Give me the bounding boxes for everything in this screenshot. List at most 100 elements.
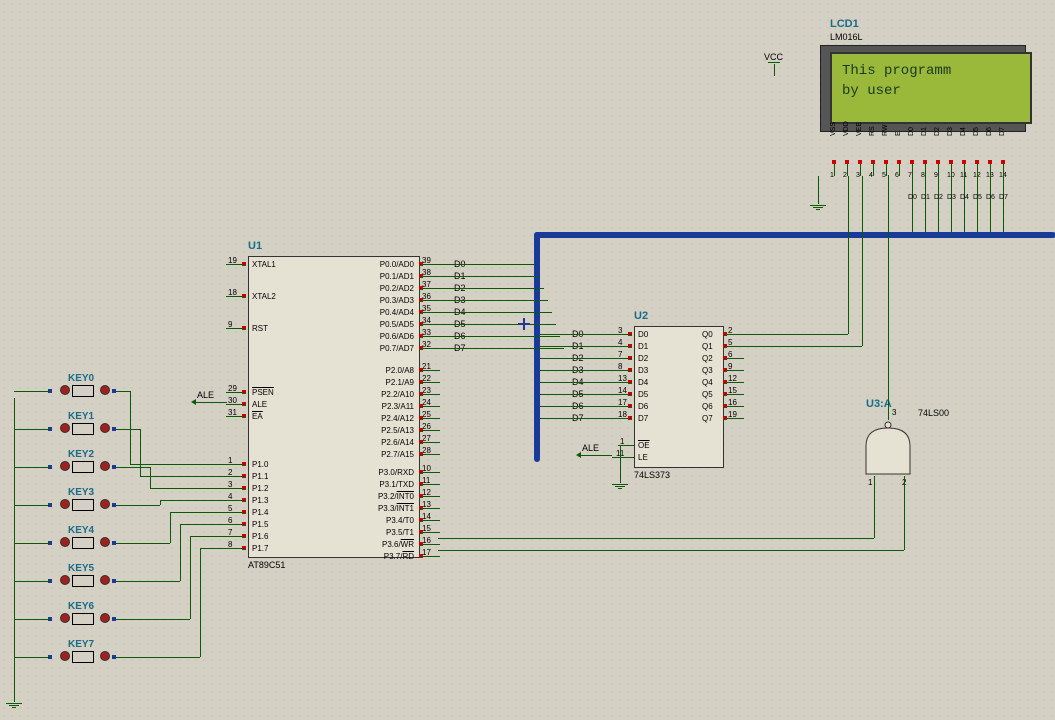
u2-part: 74LS373 xyxy=(634,470,670,480)
key-btn-0[interactable] xyxy=(72,385,94,397)
u1-rt-5: P0.5/AD5 xyxy=(368,320,414,329)
kw-v-2 xyxy=(150,467,151,488)
key-btn-5[interactable] xyxy=(72,575,94,587)
u1-rb-3: P3.3/INT1 xyxy=(368,504,414,513)
kw-v-7 xyxy=(200,548,201,657)
key-led-7 xyxy=(100,651,110,661)
u1-lpw-11 xyxy=(226,524,246,525)
u1bus-h-4 xyxy=(438,312,552,313)
key-wl-1 xyxy=(14,429,50,430)
u1-rbw-6 xyxy=(420,544,440,545)
lcd-pinwire-8 xyxy=(938,164,939,176)
u1-rtw-2 xyxy=(420,288,440,289)
u1bus-h-2 xyxy=(438,288,544,289)
key-wl-3 xyxy=(14,505,50,506)
key-led-1 xyxy=(100,423,110,433)
vcc-label: VCC xyxy=(764,52,783,62)
u3-part: 74LS00 xyxy=(918,408,949,418)
u1-rt-6: P0.6/AD6 xyxy=(368,332,414,341)
u1bus-h-5 xyxy=(438,324,556,325)
lcdbus-lbl-3: D3 xyxy=(947,194,956,201)
key-label-4: KEY4 xyxy=(68,525,94,536)
u2-rpw-7 xyxy=(724,418,744,419)
u2-lp-6: D6 xyxy=(638,402,648,411)
u1-rb-5: P3.5/T1 xyxy=(368,528,414,537)
u2-rpw-1 xyxy=(724,346,744,347)
u1-rm-2: P2.2/A10 xyxy=(368,390,414,399)
u1-lp-2: RST xyxy=(252,324,268,333)
kw-h1-0 xyxy=(116,391,130,392)
lcdbus-lbl-0: D0 xyxy=(908,194,917,201)
u1-rmw-6 xyxy=(420,442,440,443)
key-led2-6 xyxy=(60,613,70,623)
u1-rmw-4 xyxy=(420,418,440,419)
key-label-3: KEY3 xyxy=(68,487,94,498)
u2-lpw-7 xyxy=(612,418,632,419)
u2-rp-7: Q7 xyxy=(702,414,713,423)
lcd-pinwire-11 xyxy=(977,164,978,176)
u1-lp-1: XTAL2 xyxy=(252,292,276,301)
lcd-pin-D5: D5 xyxy=(973,127,980,136)
key-btn-3[interactable] xyxy=(72,499,94,511)
u1-lpw-0 xyxy=(226,264,246,265)
u2-gnd-wire xyxy=(620,445,621,483)
kw-h2-3 xyxy=(160,500,226,501)
lcd-pinwire-13 xyxy=(1003,164,1004,176)
u1-rbw-4 xyxy=(420,520,440,521)
u1-rb-1: P3.1/TXD xyxy=(368,480,414,489)
u1-ref: U1 xyxy=(248,240,262,252)
kw-h2-4 xyxy=(170,512,226,513)
key-led2-7 xyxy=(60,651,70,661)
kw-h2-6 xyxy=(190,536,226,537)
u1-lpw-10 xyxy=(226,512,246,513)
lcd-pinwire-5 xyxy=(899,164,900,176)
key-led2-2 xyxy=(60,461,70,471)
u2bus-h-1 xyxy=(540,346,612,347)
lcdbus-v-3 xyxy=(951,176,952,232)
key-btn-1[interactable] xyxy=(72,423,94,435)
u1-rbw-0 xyxy=(420,472,440,473)
nand-icon xyxy=(860,420,916,480)
kw-h1-6 xyxy=(116,619,190,620)
lcd-pinwire-2 xyxy=(860,164,861,176)
u1-lp-0: XTAL1 xyxy=(252,260,276,269)
lcd-pin-D0: D0 xyxy=(908,127,915,136)
key-gnd-wire xyxy=(14,398,15,702)
key-label-1: KEY1 xyxy=(68,411,94,422)
lcd-pin-D2: D2 xyxy=(934,127,941,136)
u1bus-h-7 xyxy=(438,348,564,349)
key-label-0: KEY0 xyxy=(68,373,94,384)
u3-in1-h xyxy=(438,538,874,539)
ale-arrow-u1 xyxy=(191,399,196,405)
key-wl-5 xyxy=(14,581,50,582)
u1-rbw-2 xyxy=(420,496,440,497)
key-btn-2[interactable] xyxy=(72,461,94,473)
u1-rt-3: P0.3/AD3 xyxy=(368,296,414,305)
u1-lpw-3 xyxy=(226,392,246,393)
q1-h xyxy=(742,346,862,347)
kw-v-0 xyxy=(130,391,131,464)
key-btn-7[interactable] xyxy=(72,651,94,663)
u2-rpw-5 xyxy=(724,394,744,395)
key-btn-4[interactable] xyxy=(72,537,94,549)
u1-rtw-1 xyxy=(420,276,440,277)
u2-lp-7: D7 xyxy=(638,414,648,423)
u3-in2-v xyxy=(904,476,905,550)
u3-body[interactable] xyxy=(860,420,916,483)
u1-lp-5: EA xyxy=(252,412,263,421)
u2-rp-2: Q2 xyxy=(702,354,713,363)
u1-rm-7: P2.7/A15 xyxy=(368,450,414,459)
key-btn-6[interactable] xyxy=(72,613,94,625)
u2-lpw-1 xyxy=(612,346,632,347)
data-bus-h xyxy=(534,232,1055,238)
u1-rbw-1 xyxy=(420,484,440,485)
key-wl-0 xyxy=(14,391,50,392)
u2bus-h-3 xyxy=(540,370,612,371)
key-led2-0 xyxy=(60,385,70,395)
u1-rb-7: P3.7/RD xyxy=(368,552,414,561)
lcd-pin-RS: RS xyxy=(869,126,876,136)
kw-h2-1 xyxy=(140,476,226,477)
u2bus-h-6 xyxy=(540,406,612,407)
u2-lpw-6 xyxy=(612,406,632,407)
u1-lpw-8 xyxy=(226,488,246,489)
